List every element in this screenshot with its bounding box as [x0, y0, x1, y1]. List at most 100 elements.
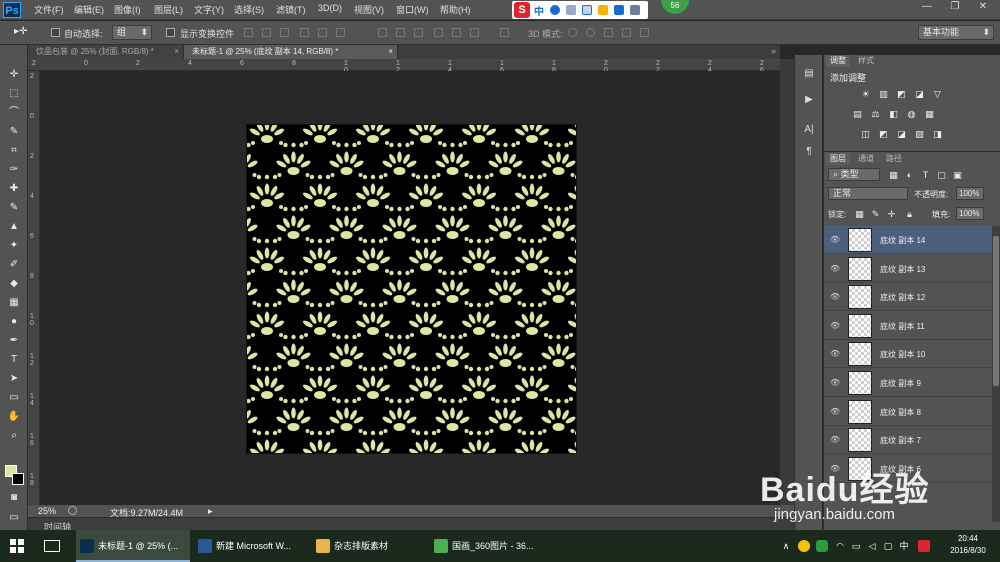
character-icon[interactable]: A| — [800, 121, 818, 139]
fill-input[interactable]: 100% — [956, 207, 984, 220]
layer-row[interactable]: 👁︎ 底纹 副本 12 — [824, 283, 994, 312]
zoom-tool-icon[interactable]: ⌕ — [5, 428, 23, 444]
blend-mode-dropdown[interactable]: 正常 — [828, 187, 908, 200]
lock-image-icon[interactable]: ✎ — [870, 209, 881, 219]
keyboard-icon[interactable] — [582, 5, 592, 15]
close-icon[interactable]: × — [388, 45, 393, 59]
pen-tool-icon[interactable]: ✒ — [5, 333, 23, 349]
distribute-bottom-icon[interactable] — [414, 28, 423, 37]
document-canvas[interactable] — [197, 87, 702, 500]
battery-icon[interactable]: ▭ — [850, 540, 862, 552]
restore-button[interactable]: ❐ — [942, 0, 968, 14]
distribute-hcenter-icon[interactable] — [452, 28, 461, 37]
vibrance-icon[interactable]: ▽ — [932, 89, 943, 99]
channel-mixer-icon[interactable]: ▦ — [924, 109, 935, 119]
taskbar-app[interactable]: 杂志排版素材 — [312, 530, 426, 562]
input-language[interactable]: 中 — [898, 540, 910, 552]
minimize-button[interactable]: — — [914, 0, 940, 14]
healing-brush-icon[interactable]: ✚ — [5, 181, 23, 197]
menu-item[interactable]: 选择(S) — [234, 3, 264, 16]
menu-item[interactable]: 帮助(H) — [440, 3, 471, 16]
eye-icon[interactable]: 👁︎ — [830, 235, 840, 245]
layer-row[interactable]: 👁︎ 底纹 副本 14 — [824, 226, 994, 254]
posterize-icon[interactable]: ◩ — [878, 129, 889, 139]
threshold-icon[interactable]: ◪ — [896, 129, 907, 139]
layers-scroll-thumb[interactable] — [993, 236, 999, 386]
system-clock[interactable]: 20:44 2016/8/30 — [936, 533, 1000, 557]
crop-tool-icon[interactable]: ⌗ — [5, 143, 23, 159]
lock-position-icon[interactable]: ✛ — [886, 209, 897, 219]
app-tray-icon[interactable] — [798, 540, 810, 552]
type-tool-icon[interactable]: T — [5, 352, 23, 368]
eraser-tool-icon[interactable]: ✐ — [5, 257, 23, 273]
gradient-map-icon[interactable]: ▨ — [914, 129, 925, 139]
layer-row[interactable]: 👁︎ 底纹 副本 8 — [824, 397, 994, 426]
screen-mode-icon[interactable]: ▭ — [5, 510, 23, 526]
shape-tool-icon[interactable]: ▭ — [5, 390, 23, 406]
tab-document-2[interactable]: 未标题-1 @ 25% (底纹 副本 14, RGB/8) * × — [184, 45, 398, 59]
move-tool-icon[interactable]: ✛ — [5, 67, 23, 83]
tab-document-1[interactable]: 饮品包装 @ 25% (封面, RGB/8) * × — [28, 45, 184, 59]
close-icon[interactable]: × — [174, 45, 179, 59]
path-select-icon[interactable]: ➤ — [5, 371, 23, 387]
eyedropper-icon[interactable]: ✑ — [5, 162, 23, 178]
layer-row[interactable]: 👁︎ 底纹 副本 9 — [824, 369, 994, 397]
windows-start-icon[interactable] — [10, 539, 24, 553]
distribute-top-icon[interactable] — [378, 28, 387, 37]
notification-badge[interactable]: 56 — [661, 0, 689, 14]
filter-pixel-icon[interactable]: ▦ — [888, 170, 899, 180]
lasso-tool-icon[interactable]: ⌒ — [5, 105, 23, 121]
vertical-scrollbar[interactable] — [780, 59, 794, 505]
menu-item[interactable]: 文件(F) — [34, 3, 64, 16]
menu-item[interactable]: 文字(Y) — [194, 3, 224, 16]
filter-shape-icon[interactable]: ▢ — [936, 170, 947, 180]
opacity-input[interactable]: 100% — [956, 187, 984, 200]
move-tool-icon[interactable]: ▸✛ — [14, 26, 27, 37]
distribute-left-icon[interactable] — [434, 28, 443, 37]
tab-layers[interactable]: 图层 — [826, 153, 850, 165]
filter-smart-icon[interactable]: ▣ — [952, 170, 963, 180]
taskbar-app[interactable]: 未标题-1 @ 25% (... — [76, 530, 190, 562]
menu-item[interactable]: 滤镜(T) — [276, 3, 306, 16]
layer-row[interactable]: 👁︎ 底纹 副本 13 — [824, 254, 994, 283]
status-menu-arrow-icon[interactable]: ▸ — [208, 506, 213, 517]
slide-3d-icon[interactable] — [622, 28, 631, 37]
tab-channels[interactable]: 通道 — [854, 153, 878, 165]
filter-type-icon[interactable]: T — [920, 170, 931, 180]
show-hidden-icons[interactable]: ∧ — [780, 540, 792, 552]
align-hcenter-icon[interactable] — [318, 28, 327, 37]
hand-tool-icon[interactable]: ✋ — [5, 409, 23, 425]
tabs-overflow-icon[interactable]: » — [771, 46, 776, 56]
photo-filter-icon[interactable]: ◍ — [906, 109, 917, 119]
tab-styles[interactable]: 样式 — [854, 55, 878, 67]
eye-icon[interactable]: 👁︎ — [830, 435, 840, 445]
background-color-swatch[interactable] — [12, 473, 24, 485]
scale-3d-icon[interactable] — [640, 28, 649, 37]
menu-item[interactable]: 3D(D) — [318, 3, 342, 13]
eye-icon[interactable]: 👁︎ — [830, 264, 840, 274]
menu-item[interactable]: 编辑(E) — [74, 3, 104, 16]
align-vcenter-icon[interactable] — [262, 28, 271, 37]
distribute-vcenter-icon[interactable] — [396, 28, 405, 37]
auto-select-checkbox[interactable] — [51, 28, 60, 37]
sogou-tray-icon[interactable] — [918, 540, 930, 552]
eye-icon[interactable]: 👁︎ — [830, 321, 840, 331]
layers-scrollbar[interactable] — [992, 226, 1000, 522]
align-top-icon[interactable] — [244, 28, 253, 37]
lock-transparent-icon[interactable]: ▦ — [854, 209, 865, 219]
filter-adjustment-icon[interactable]: ◐ — [904, 170, 915, 180]
selective-color-icon[interactable]: ◨ — [932, 129, 943, 139]
brush-tool-icon[interactable]: ✎ — [5, 200, 23, 216]
eye-icon[interactable]: 👁︎ — [830, 378, 840, 388]
eye-icon[interactable]: 👁︎ — [830, 407, 840, 417]
paragraph-icon[interactable]: ¶ — [800, 143, 818, 161]
brightness-icon[interactable]: ☀ — [860, 89, 871, 99]
workspace-dropdown[interactable]: 基本功能 ⬍ — [918, 25, 994, 40]
eye-icon[interactable]: 👁︎ — [830, 292, 840, 302]
stamp-tool-icon[interactable]: ▲ — [5, 219, 23, 235]
wifi-icon[interactable]: ◠ — [834, 540, 846, 552]
menu-item[interactable]: 图像(I) — [114, 3, 141, 16]
tab-paths[interactable]: 路径 — [882, 153, 906, 165]
menu-item[interactable]: 视图(V) — [354, 3, 384, 16]
quick-select-icon[interactable]: ✎ — [5, 124, 23, 140]
